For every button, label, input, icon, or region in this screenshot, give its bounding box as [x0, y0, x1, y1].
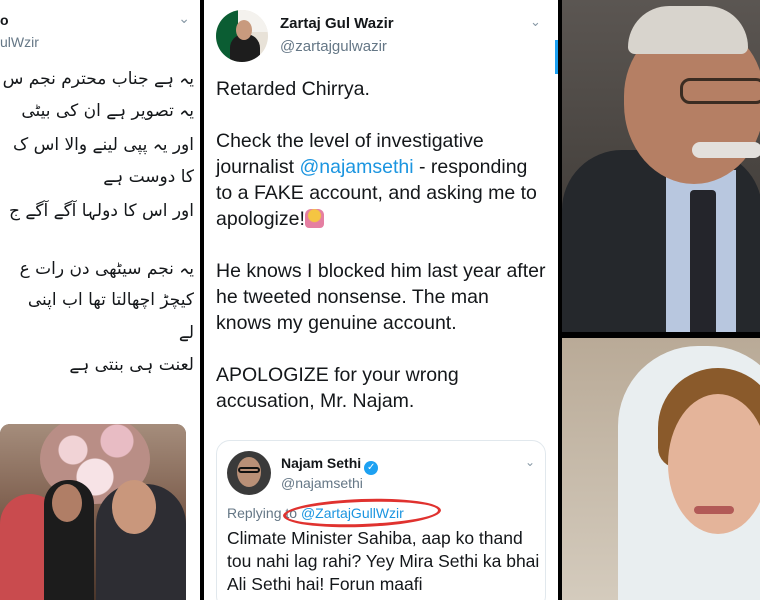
urdu-line-7: یہ نجم سیٹھی دن رات ع [19, 259, 194, 279]
urdu-line-10: لعنت ہی بنتی ہے [69, 355, 194, 375]
left-author-handle[interactable]: ulWzir [0, 34, 39, 50]
urdu-line-2: یہ تصویر ہے ان کی بیٹی [21, 101, 194, 121]
highlight-circle [282, 496, 442, 530]
urdu-line-1: یہ ہے جناب محترم نجم س [2, 69, 194, 89]
tweet-paragraph-1: Retarded Chirrya. [216, 78, 370, 100]
urdu-line-9: لے [178, 323, 194, 343]
facepalm-emoji-icon [304, 209, 324, 228]
quoted-author-name[interactable]: Najam Sethi ✓ [281, 455, 379, 475]
quoted-author-avatar[interactable] [227, 451, 271, 495]
tweet-paragraph-3: He knows I blocked him last year after h… [216, 260, 546, 334]
tweet-card: Zartaj Gul Wazir @zartajgulwazir ⌄ Retar… [204, 0, 558, 600]
quoted-tweet-text: Climate Minister Sahiba, aap ko thand to… [227, 528, 540, 594]
quoted-author-handle[interactable]: @najamsethi [281, 475, 363, 491]
portrait-photo-man [562, 0, 760, 332]
chevron-down-icon[interactable]: ⌄ [178, 10, 190, 27]
chevron-down-icon[interactable]: ⌄ [530, 14, 544, 29]
author-avatar[interactable] [216, 10, 268, 62]
quoted-tweet[interactable]: Najam Sethi ✓ @najamsethi ⌄ Replying to @… [216, 440, 546, 600]
chevron-down-icon[interactable]: ⌄ [525, 455, 535, 469]
scroll-indicator [555, 40, 558, 74]
quoted-name-text: Najam Sethi [281, 455, 362, 471]
tweet-body: Retarded Chirrya. Check the level of inv… [216, 76, 546, 440]
left-author-name: o [0, 12, 9, 28]
left-tweet-panel: o ulWzir ⌄ یہ ہے جناب محترم نجم س یہ تصو… [0, 0, 200, 600]
wedding-photo[interactable] [0, 424, 186, 600]
author-name[interactable]: Zartaj Gul Wazir [280, 15, 394, 32]
portrait-photo-woman [562, 338, 760, 600]
tweet-paragraph-4: APOLOGIZE for your wrong accusation, Mr.… [216, 364, 459, 412]
urdu-line-8: کیچڑ اچھالتا تھا اب اپنی [27, 290, 194, 310]
author-handle[interactable]: @zartajgulwazir [280, 38, 387, 55]
urdu-line-3: اور یہ پپی لینے والا اس ک [12, 135, 194, 155]
tweet-paragraph-2: Check the level of investigative journal… [216, 128, 546, 232]
urdu-line-5: اور اس کا دولہا آگے آگے ج [9, 201, 194, 221]
urdu-line-4: کا دوست ہے [103, 167, 194, 187]
verified-badge-icon: ✓ [364, 461, 379, 475]
mention-link[interactable]: @najamsethi [299, 156, 413, 178]
